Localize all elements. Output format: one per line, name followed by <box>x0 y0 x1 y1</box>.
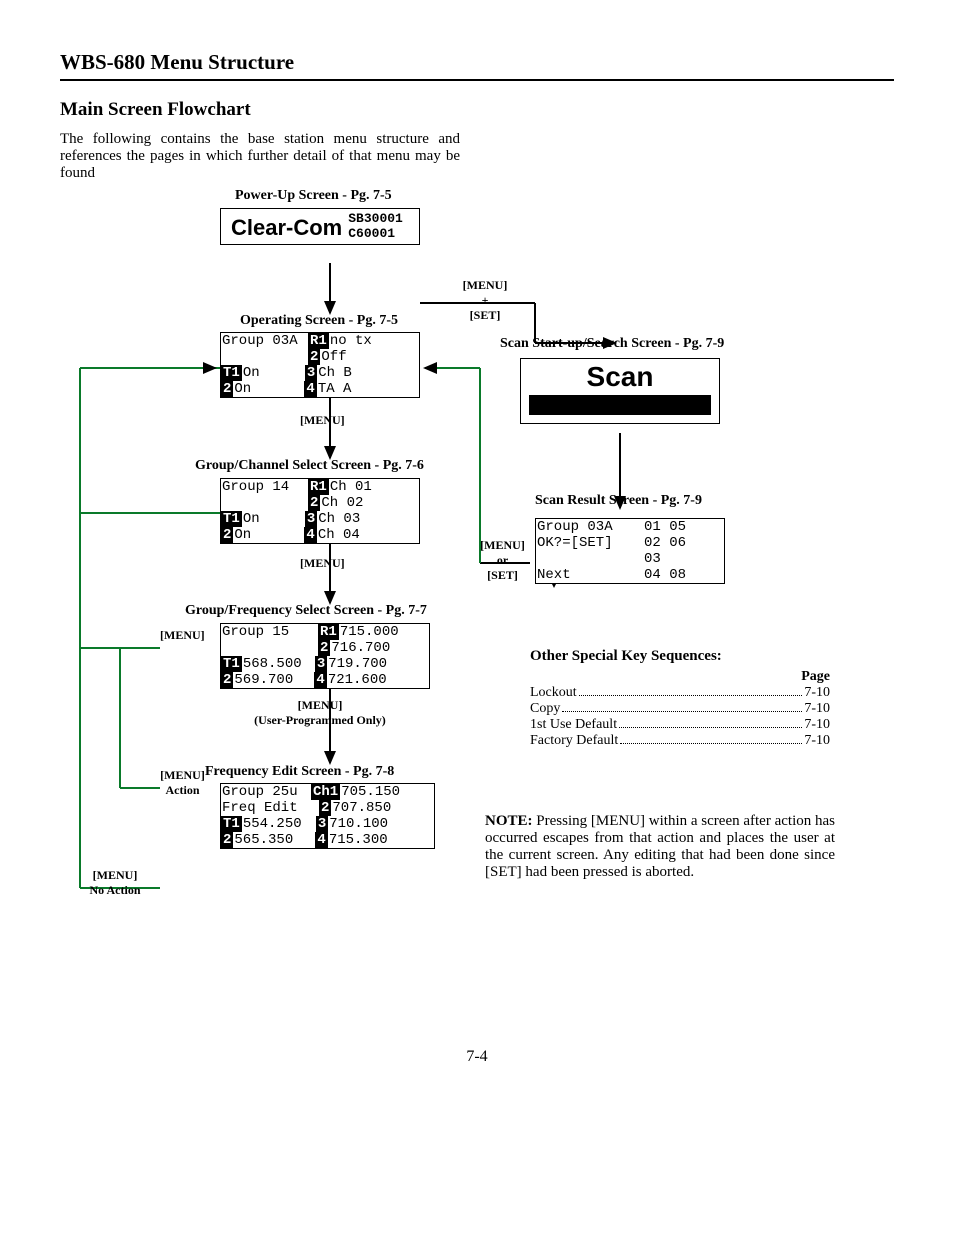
label-scanresult: Scan Result Screen - Pg. 7-9 <box>535 493 702 509</box>
screen-scanresult: Group 03A01 05 OK?=[SET]02 06 03 Next04 … <box>535 518 725 584</box>
page-subheader: Main Screen Flowchart <box>60 99 894 121</box>
label-scanstart: Scan Start-up/Search Screen - Pg. 7-9 <box>500 336 724 352</box>
label-menu-noaction: [MENU]No Action <box>80 868 150 898</box>
screen-powerup: Clear-Com SB30001 C60001 <box>220 208 420 245</box>
label-powerup: Power-Up Screen - Pg. 7-5 <box>235 188 392 204</box>
label-groupchan: Group/Channel Select Screen - Pg. 7-6 <box>195 458 424 474</box>
page-number: 7-4 <box>60 1048 894 1066</box>
label-menu-side: [MENU] <box>160 628 205 643</box>
label-menu-set: [MENU]+[SET] <box>455 278 515 323</box>
label-groupfreq: Group/Frequency Select Screen - Pg. 7-7 <box>185 603 427 619</box>
screen-scan: Scan <box>520 358 720 424</box>
special-keys: Other Special Key Sequences: Page Lockou… <box>530 648 830 749</box>
label-menu-or-set: [MENU]or[SET] <box>475 538 530 583</box>
screen-operating: Group 03AR1no tx 2Off T1On3Ch B 2On4TA A <box>220 332 420 398</box>
label-operating: Operating Screen - Pg. 7-5 <box>240 313 398 329</box>
screen-groupchan: Group 14R1Ch 01 2Ch 02 T1On3Ch 03 2On4Ch… <box>220 478 420 544</box>
label-menu-2: [MENU] <box>300 556 345 571</box>
screen-groupfreq: Group 15R1715.000 2716.700 T1568.5003719… <box>220 623 430 689</box>
brand: Clear-Com <box>225 211 348 242</box>
label-menu-user: [MENU](User-Programmed Only) <box>235 698 405 728</box>
label-freqedit: Frequency Edit Screen - Pg. 7-8 <box>205 764 394 780</box>
note: NOTE: Pressing [MENU] within a screen af… <box>485 813 835 881</box>
powerup-l2: C60001 <box>348 227 403 241</box>
label-menu-1: [MENU] <box>300 413 345 428</box>
page-header: WBS-680 Menu Structure <box>60 50 894 81</box>
screen-freqedit: Group 25uCh1705.150 Freq Edit2707.850 T1… <box>220 783 435 849</box>
label-menu-action: [MENU]Action <box>155 768 210 798</box>
flowchart: Power-Up Screen - Pg. 7-5 Clear-Com SB30… <box>60 188 890 968</box>
powerup-l1: SB30001 <box>348 212 403 226</box>
intro-text: The following contains the base station … <box>60 131 460 182</box>
